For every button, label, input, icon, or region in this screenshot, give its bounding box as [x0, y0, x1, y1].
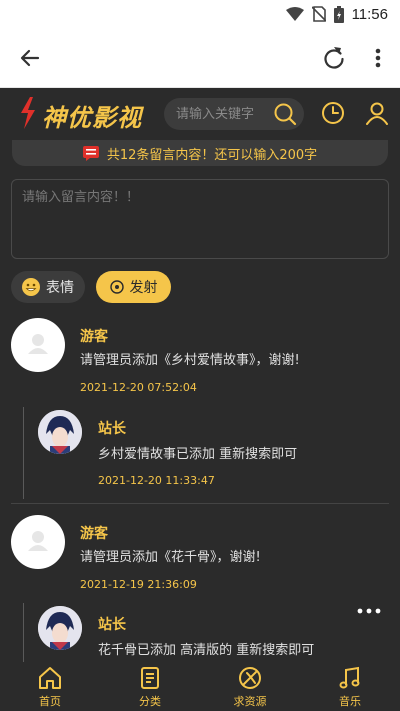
nav-item-category[interactable]: 分类 — [100, 662, 200, 711]
status-time: 11:56 — [351, 5, 388, 23]
nav-label: 音乐 — [339, 695, 361, 708]
more-horizontal-icon[interactable] — [356, 604, 382, 618]
comment-text: 请管理员添加《乡村爱情故事》，谢谢! — [80, 353, 300, 368]
status-icons: 11:56 — [285, 5, 388, 23]
logo-text: 神优影视 — [42, 103, 142, 132]
nav-item-home[interactable]: 首页 — [0, 662, 100, 711]
reply-time: 2021-12-20 11:33:47 — [98, 474, 215, 487]
reply-author: 站长 — [98, 617, 126, 633]
message-icon — [82, 146, 99, 161]
comment-text: 请管理员添加《花千骨》，谢谢! — [80, 550, 261, 565]
nav-label: 求资源 — [233, 695, 267, 708]
comment-author: 游客 — [80, 329, 108, 345]
nav-item-music[interactable]: 音乐 — [300, 662, 400, 711]
app-header: 神优影视 — [0, 88, 400, 140]
logo-icon — [21, 97, 35, 129]
reply-divider — [23, 603, 24, 662]
home-icon — [39, 667, 61, 689]
admin-avatar — [38, 410, 82, 454]
status-bar: 11:56 — [0, 0, 400, 28]
guest-avatar — [11, 318, 65, 372]
user-icon[interactable] — [364, 100, 390, 126]
nav-label: 分类 — [139, 695, 161, 708]
message-count-notice: 共12条留言内容！还可以输入200字 — [12, 140, 388, 166]
reply-text: 花千骨已添加 高清版的 重新搜索即可 — [98, 643, 315, 658]
back-arrow-icon[interactable] — [18, 46, 42, 70]
comment-divider — [11, 503, 389, 504]
reload-icon[interactable] — [320, 44, 348, 72]
comment-author: 游客 — [80, 526, 108, 542]
request-resource-icon — [239, 667, 261, 689]
no-sim-icon — [311, 6, 326, 22]
history-clock-icon[interactable] — [320, 100, 346, 126]
anime-avatar-icon — [38, 410, 82, 454]
search-box — [164, 98, 304, 130]
battery-icon — [333, 5, 344, 23]
anime-avatar-icon — [38, 606, 82, 650]
reply-author: 站长 — [98, 421, 126, 437]
comment-time: 2021-12-19 21:36:09 — [80, 578, 197, 591]
nav-item-request[interactable]: 求资源 — [200, 662, 300, 711]
emoji-label: 表情 — [46, 280, 74, 296]
bottom-nav: 首页 分类 求资源 音乐 — [0, 662, 400, 711]
default-user-icon — [28, 531, 48, 551]
reply-text: 乡村爱情故事已添加 重新搜索即可 — [98, 447, 298, 462]
notice-text: 共12条留言内容！还可以输入200字 — [106, 147, 318, 163]
message-box — [11, 179, 389, 259]
search-input[interactable] — [176, 98, 272, 130]
send-label: 发射 — [129, 280, 158, 296]
comment-time: 2021-12-20 07:52:04 — [80, 381, 197, 394]
smiley-icon — [22, 278, 40, 296]
nav-label: 首页 — [39, 695, 61, 708]
send-button[interactable]: 发射 — [96, 271, 171, 303]
more-vertical-icon[interactable] — [366, 44, 390, 72]
wifi-icon — [285, 7, 304, 21]
category-icon — [141, 667, 159, 689]
reply-divider — [23, 407, 24, 499]
music-icon — [339, 666, 360, 689]
default-user-icon — [28, 334, 48, 354]
message-input[interactable] — [12, 180, 388, 258]
target-icon — [109, 280, 124, 294]
emoji-button[interactable]: 表情 — [11, 271, 85, 303]
top-bar — [0, 28, 400, 88]
search-icon[interactable] — [272, 101, 298, 127]
guest-avatar — [11, 515, 65, 569]
admin-avatar — [38, 606, 82, 650]
